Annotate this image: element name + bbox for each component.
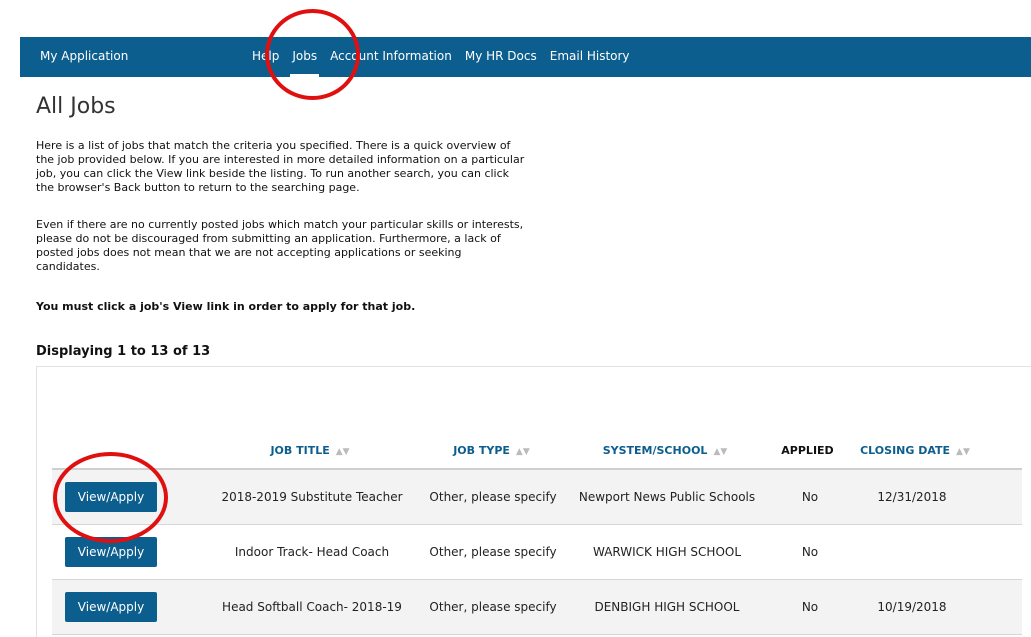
applied-cell: No xyxy=(801,490,819,504)
page-title: All Jobs xyxy=(36,94,116,119)
column-header-system-school[interactable]: SYSTEM/SCHOOL ▲▼ xyxy=(580,444,750,460)
job-title-cell: Head Softball Coach- 2018-19 xyxy=(222,600,402,614)
table-row: View/Apply 2018-2019 Substitute Teacher … xyxy=(52,470,1022,525)
closing-date-cell: 12/31/2018 xyxy=(877,490,947,504)
nav-email-history[interactable]: Email History xyxy=(550,49,630,63)
job-type-cell: Other, please specify xyxy=(429,545,557,559)
job-title-cell: 2018-2019 Substitute Teacher xyxy=(221,490,403,504)
view-apply-button[interactable]: View/Apply xyxy=(65,482,157,512)
column-header-job-title[interactable]: JOB TITLE ▲▼ xyxy=(220,444,400,460)
table-row: View/Apply Head Softball Coach- 2018-19 … xyxy=(52,580,1022,635)
table-row: View/Apply Indoor Track- Head Coach Othe… xyxy=(52,525,1022,580)
sort-arrows-icon: ▲▼ xyxy=(515,447,530,457)
job-title-cell: Indoor Track- Head Coach xyxy=(234,545,390,559)
view-apply-button[interactable]: View/Apply xyxy=(65,592,157,622)
column-header-applied: APPLIED xyxy=(765,444,850,460)
encouragement-paragraph: Even if there are no currently posted jo… xyxy=(36,218,524,273)
nav-jobs[interactable]: Jobs xyxy=(290,49,319,77)
top-nav-bar: My Application Help Jobs Account Informa… xyxy=(20,37,1031,77)
column-header-label: APPLIED xyxy=(781,444,834,457)
column-header-job-type[interactable]: JOB TYPE ▲▼ xyxy=(434,444,549,460)
nav-account-information[interactable]: Account Information xyxy=(330,49,452,63)
nav-help[interactable]: Help xyxy=(252,49,279,63)
column-header-closing-date[interactable]: CLOSING DATE ▲▼ xyxy=(855,444,975,460)
closing-date-cell xyxy=(852,525,972,579)
nav-my-hr-docs[interactable]: My HR Docs xyxy=(465,49,537,63)
sort-arrows-icon: ▲▼ xyxy=(335,447,350,457)
apply-note: You must click a job's View link in orde… xyxy=(36,300,416,313)
intro-paragraph: Here is a list of jobs that match the cr… xyxy=(36,139,525,194)
view-apply-button[interactable]: View/Apply xyxy=(65,537,157,567)
job-type-cell: Other, please specify xyxy=(429,490,557,504)
school-cell: DENBIGH HIGH SCHOOL xyxy=(594,600,740,614)
main-nav: Help Jobs Account Information My HR Docs… xyxy=(252,49,643,77)
school-cell: Newport News Public Schools xyxy=(578,490,756,504)
column-header-label: JOB TYPE xyxy=(453,444,510,457)
closing-date-cell: 10/19/2018 xyxy=(877,600,947,614)
column-header-label: SYSTEM/SCHOOL xyxy=(602,444,708,457)
applied-cell: No xyxy=(801,600,819,614)
results-count: Displaying 1 to 13 of 13 xyxy=(36,344,211,359)
sort-arrows-icon: ▲▼ xyxy=(956,447,970,457)
brand-link[interactable]: My Application xyxy=(40,49,128,63)
applied-cell: No xyxy=(801,545,819,559)
column-header-label: JOB TITLE xyxy=(270,444,330,457)
school-cell: WARWICK HIGH SCHOOL xyxy=(592,545,742,559)
job-type-cell: Other, please specify xyxy=(429,600,557,614)
column-header-label: CLOSING DATE xyxy=(860,444,951,457)
sort-arrows-icon: ▲▼ xyxy=(713,447,728,457)
